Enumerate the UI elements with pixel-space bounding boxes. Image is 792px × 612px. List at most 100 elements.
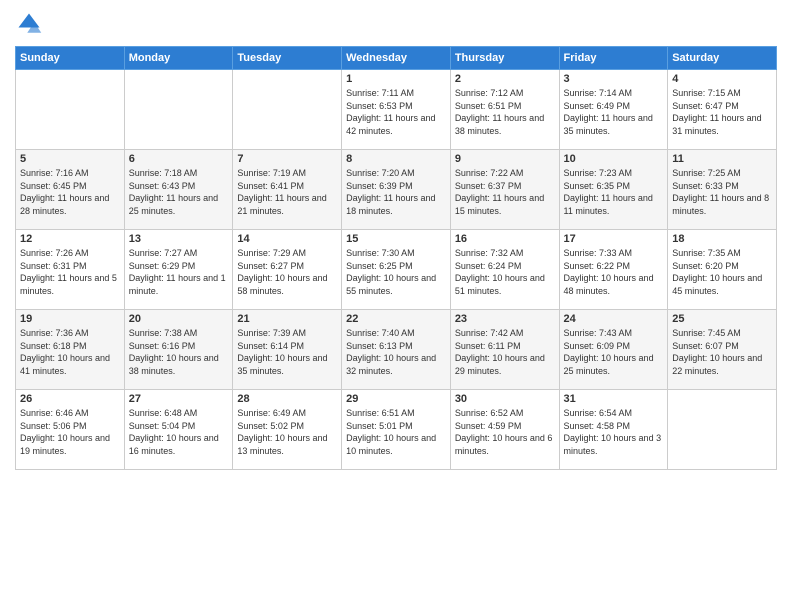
calendar-cell: 9 Sunrise: 7:22 AM Sunset: 6:37 PM Daylig… xyxy=(450,150,559,230)
calendar-cell: 31 Sunrise: 6:54 AM Sunset: 4:58 PM Dayli… xyxy=(559,390,668,470)
day-number: 4 xyxy=(672,73,772,85)
weekday-header-friday: Friday xyxy=(559,47,668,70)
day-number: 18 xyxy=(672,233,772,245)
day-info: Sunrise: 7:23 AM Sunset: 6:35 PM Dayligh… xyxy=(564,167,664,217)
day-info: Sunrise: 7:43 AM Sunset: 6:09 PM Dayligh… xyxy=(564,327,664,377)
day-number: 21 xyxy=(237,313,337,325)
page: SundayMondayTuesdayWednesdayThursdayFrid… xyxy=(0,0,792,612)
day-info: Sunrise: 6:48 AM Sunset: 5:04 PM Dayligh… xyxy=(129,407,229,457)
day-number: 24 xyxy=(564,313,664,325)
day-info: Sunrise: 6:52 AM Sunset: 4:59 PM Dayligh… xyxy=(455,407,555,457)
day-number: 1 xyxy=(346,73,446,85)
day-number: 5 xyxy=(20,153,120,165)
day-info: Sunrise: 6:51 AM Sunset: 5:01 PM Dayligh… xyxy=(346,407,446,457)
day-number: 10 xyxy=(564,153,664,165)
day-number: 15 xyxy=(346,233,446,245)
calendar-cell: 18 Sunrise: 7:35 AM Sunset: 6:20 PM Dayli… xyxy=(668,230,777,310)
calendar-cell: 15 Sunrise: 7:30 AM Sunset: 6:25 PM Dayli… xyxy=(342,230,451,310)
day-number: 3 xyxy=(564,73,664,85)
calendar-cell: 21Sunrise: 7:39 AM Sunset: 6:14 PM Dayli… xyxy=(233,310,342,390)
day-info: Sunrise: 7:22 AM Sunset: 6:37 PM Dayligh… xyxy=(455,167,555,217)
calendar-cell: 28Sunrise: 6:49 AM Sunset: 5:02 PM Dayli… xyxy=(233,390,342,470)
calendar-cell: 11Sunrise: 7:25 AM Sunset: 6:33 PM Dayli… xyxy=(668,150,777,230)
calendar-cell: 30 Sunrise: 6:52 AM Sunset: 4:59 PM Dayli… xyxy=(450,390,559,470)
logo-icon xyxy=(15,10,43,38)
weekday-header-wednesday: Wednesday xyxy=(342,47,451,70)
calendar-cell: 10 Sunrise: 7:23 AM Sunset: 6:35 PM Dayli… xyxy=(559,150,668,230)
calendar-cell: 7 Sunrise: 7:19 AM Sunset: 6:41 PM Daylig… xyxy=(233,150,342,230)
day-info: Sunrise: 7:27 AM Sunset: 6:29 PM Dayligh… xyxy=(129,247,229,297)
calendar-cell xyxy=(668,390,777,470)
day-number: 30 xyxy=(455,393,555,405)
header xyxy=(15,10,777,38)
day-info: Sunrise: 7:18 AM Sunset: 6:43 PM Dayligh… xyxy=(129,167,229,217)
day-info: Sunrise: 6:46 AM Sunset: 5:06 PM Dayligh… xyxy=(20,407,120,457)
day-number: 25 xyxy=(672,313,772,325)
day-number: 8 xyxy=(346,153,446,165)
day-info: Sunrise: 7:35 AM Sunset: 6:20 PM Dayligh… xyxy=(672,247,772,297)
calendar-cell: 4Sunrise: 7:15 AM Sunset: 6:47 PM Daylig… xyxy=(668,70,777,150)
calendar-cell: 29 Sunrise: 6:51 AM Sunset: 5:01 PM Dayli… xyxy=(342,390,451,470)
weekday-header-monday: Monday xyxy=(124,47,233,70)
week-row-2: 12Sunrise: 7:26 AM Sunset: 6:31 PM Dayli… xyxy=(16,230,777,310)
calendar-cell xyxy=(16,70,125,150)
week-row-0: 1 Sunrise: 7:11 AM Sunset: 6:53 PM Daylig… xyxy=(16,70,777,150)
calendar-cell: 13 Sunrise: 7:27 AM Sunset: 6:29 PM Dayli… xyxy=(124,230,233,310)
weekday-header-tuesday: Tuesday xyxy=(233,47,342,70)
calendar-cell: 14Sunrise: 7:29 AM Sunset: 6:27 PM Dayli… xyxy=(233,230,342,310)
calendar-cell: 6 Sunrise: 7:18 AM Sunset: 6:43 PM Daylig… xyxy=(124,150,233,230)
day-info: Sunrise: 7:16 AM Sunset: 6:45 PM Dayligh… xyxy=(20,167,120,217)
day-info: Sunrise: 7:36 AM Sunset: 6:18 PM Dayligh… xyxy=(20,327,120,377)
day-number: 7 xyxy=(237,153,337,165)
calendar-cell: 2 Sunrise: 7:12 AM Sunset: 6:51 PM Daylig… xyxy=(450,70,559,150)
day-number: 13 xyxy=(129,233,229,245)
calendar-cell: 19 Sunrise: 7:36 AM Sunset: 6:18 PM Dayli… xyxy=(16,310,125,390)
day-info: Sunrise: 7:19 AM Sunset: 6:41 PM Dayligh… xyxy=(237,167,337,217)
calendar-cell: 27 Sunrise: 6:48 AM Sunset: 5:04 PM Dayli… xyxy=(124,390,233,470)
calendar-cell: 12Sunrise: 7:26 AM Sunset: 6:31 PM Dayli… xyxy=(16,230,125,310)
calendar-table: SundayMondayTuesdayWednesdayThursdayFrid… xyxy=(15,46,777,470)
day-number: 19 xyxy=(20,313,120,325)
weekday-header-thursday: Thursday xyxy=(450,47,559,70)
day-info: Sunrise: 7:26 AM Sunset: 6:31 PM Dayligh… xyxy=(20,247,120,297)
calendar-cell: 8 Sunrise: 7:20 AM Sunset: 6:39 PM Daylig… xyxy=(342,150,451,230)
calendar-cell: 25 Sunrise: 7:45 AM Sunset: 6:07 PM Dayli… xyxy=(668,310,777,390)
calendar-cell: 16Sunrise: 7:32 AM Sunset: 6:24 PM Dayli… xyxy=(450,230,559,310)
day-number: 27 xyxy=(129,393,229,405)
day-number: 26 xyxy=(20,393,120,405)
calendar-cell: 24 Sunrise: 7:43 AM Sunset: 6:09 PM Dayli… xyxy=(559,310,668,390)
calendar-cell: 20 Sunrise: 7:38 AM Sunset: 6:16 PM Dayli… xyxy=(124,310,233,390)
weekday-header-row: SundayMondayTuesdayWednesdayThursdayFrid… xyxy=(16,47,777,70)
day-number: 23 xyxy=(455,313,555,325)
calendar-cell: 5 Sunrise: 7:16 AM Sunset: 6:45 PM Daylig… xyxy=(16,150,125,230)
day-info: Sunrise: 6:49 AM Sunset: 5:02 PM Dayligh… xyxy=(237,407,337,457)
day-info: Sunrise: 6:54 AM Sunset: 4:58 PM Dayligh… xyxy=(564,407,664,457)
day-info: Sunrise: 7:33 AM Sunset: 6:22 PM Dayligh… xyxy=(564,247,664,297)
week-row-3: 19 Sunrise: 7:36 AM Sunset: 6:18 PM Dayli… xyxy=(16,310,777,390)
day-info: Sunrise: 7:30 AM Sunset: 6:25 PM Dayligh… xyxy=(346,247,446,297)
day-info: Sunrise: 7:45 AM Sunset: 6:07 PM Dayligh… xyxy=(672,327,772,377)
day-number: 29 xyxy=(346,393,446,405)
day-number: 31 xyxy=(564,393,664,405)
day-info: Sunrise: 7:38 AM Sunset: 6:16 PM Dayligh… xyxy=(129,327,229,377)
calendar-cell xyxy=(124,70,233,150)
logo xyxy=(15,10,47,38)
day-number: 16 xyxy=(455,233,555,245)
week-row-4: 26 Sunrise: 6:46 AM Sunset: 5:06 PM Dayli… xyxy=(16,390,777,470)
day-number: 6 xyxy=(129,153,229,165)
calendar-cell xyxy=(233,70,342,150)
calendar-cell: 22Sunrise: 7:40 AM Sunset: 6:13 PM Dayli… xyxy=(342,310,451,390)
day-info: Sunrise: 7:20 AM Sunset: 6:39 PM Dayligh… xyxy=(346,167,446,217)
calendar-cell: 17Sunrise: 7:33 AM Sunset: 6:22 PM Dayli… xyxy=(559,230,668,310)
day-number: 2 xyxy=(455,73,555,85)
day-info: Sunrise: 7:11 AM Sunset: 6:53 PM Dayligh… xyxy=(346,87,446,137)
day-info: Sunrise: 7:40 AM Sunset: 6:13 PM Dayligh… xyxy=(346,327,446,377)
day-info: Sunrise: 7:12 AM Sunset: 6:51 PM Dayligh… xyxy=(455,87,555,137)
weekday-header-saturday: Saturday xyxy=(668,47,777,70)
calendar-cell: 3Sunrise: 7:14 AM Sunset: 6:49 PM Daylig… xyxy=(559,70,668,150)
day-info: Sunrise: 7:42 AM Sunset: 6:11 PM Dayligh… xyxy=(455,327,555,377)
day-number: 9 xyxy=(455,153,555,165)
day-number: 20 xyxy=(129,313,229,325)
weekday-header-sunday: Sunday xyxy=(16,47,125,70)
week-row-1: 5 Sunrise: 7:16 AM Sunset: 6:45 PM Daylig… xyxy=(16,150,777,230)
